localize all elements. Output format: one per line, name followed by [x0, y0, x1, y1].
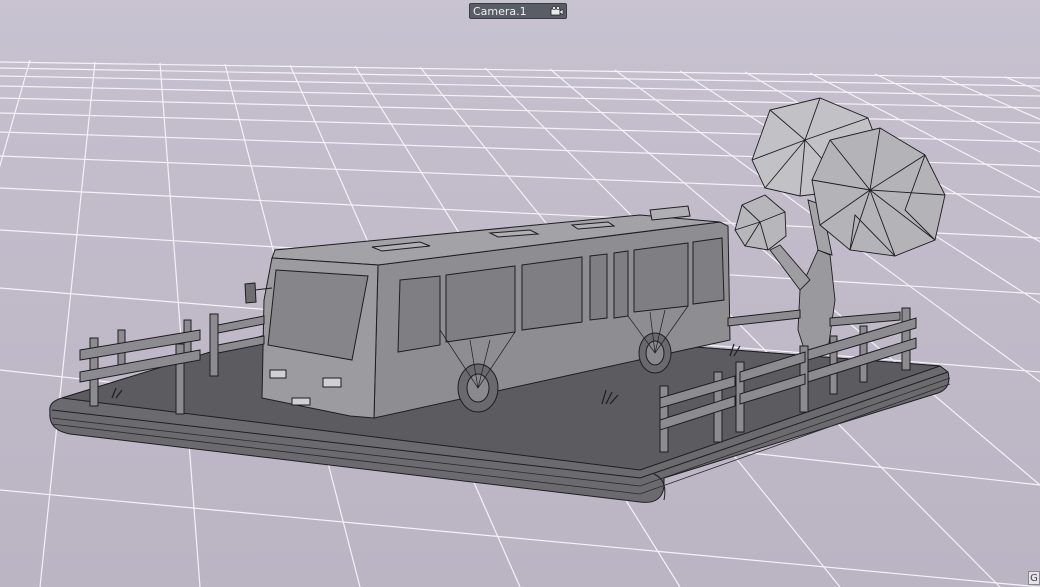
corner-tag[interactable]: G	[1028, 571, 1040, 585]
camera-selector[interactable]: Camera.1	[469, 3, 567, 19]
3d-viewport[interactable]: Camera.1 G	[0, 0, 1040, 587]
camera-label-text: Camera.1	[473, 5, 527, 18]
scene-canvas[interactable]	[0, 0, 1040, 587]
camera-icon[interactable]	[550, 6, 564, 16]
